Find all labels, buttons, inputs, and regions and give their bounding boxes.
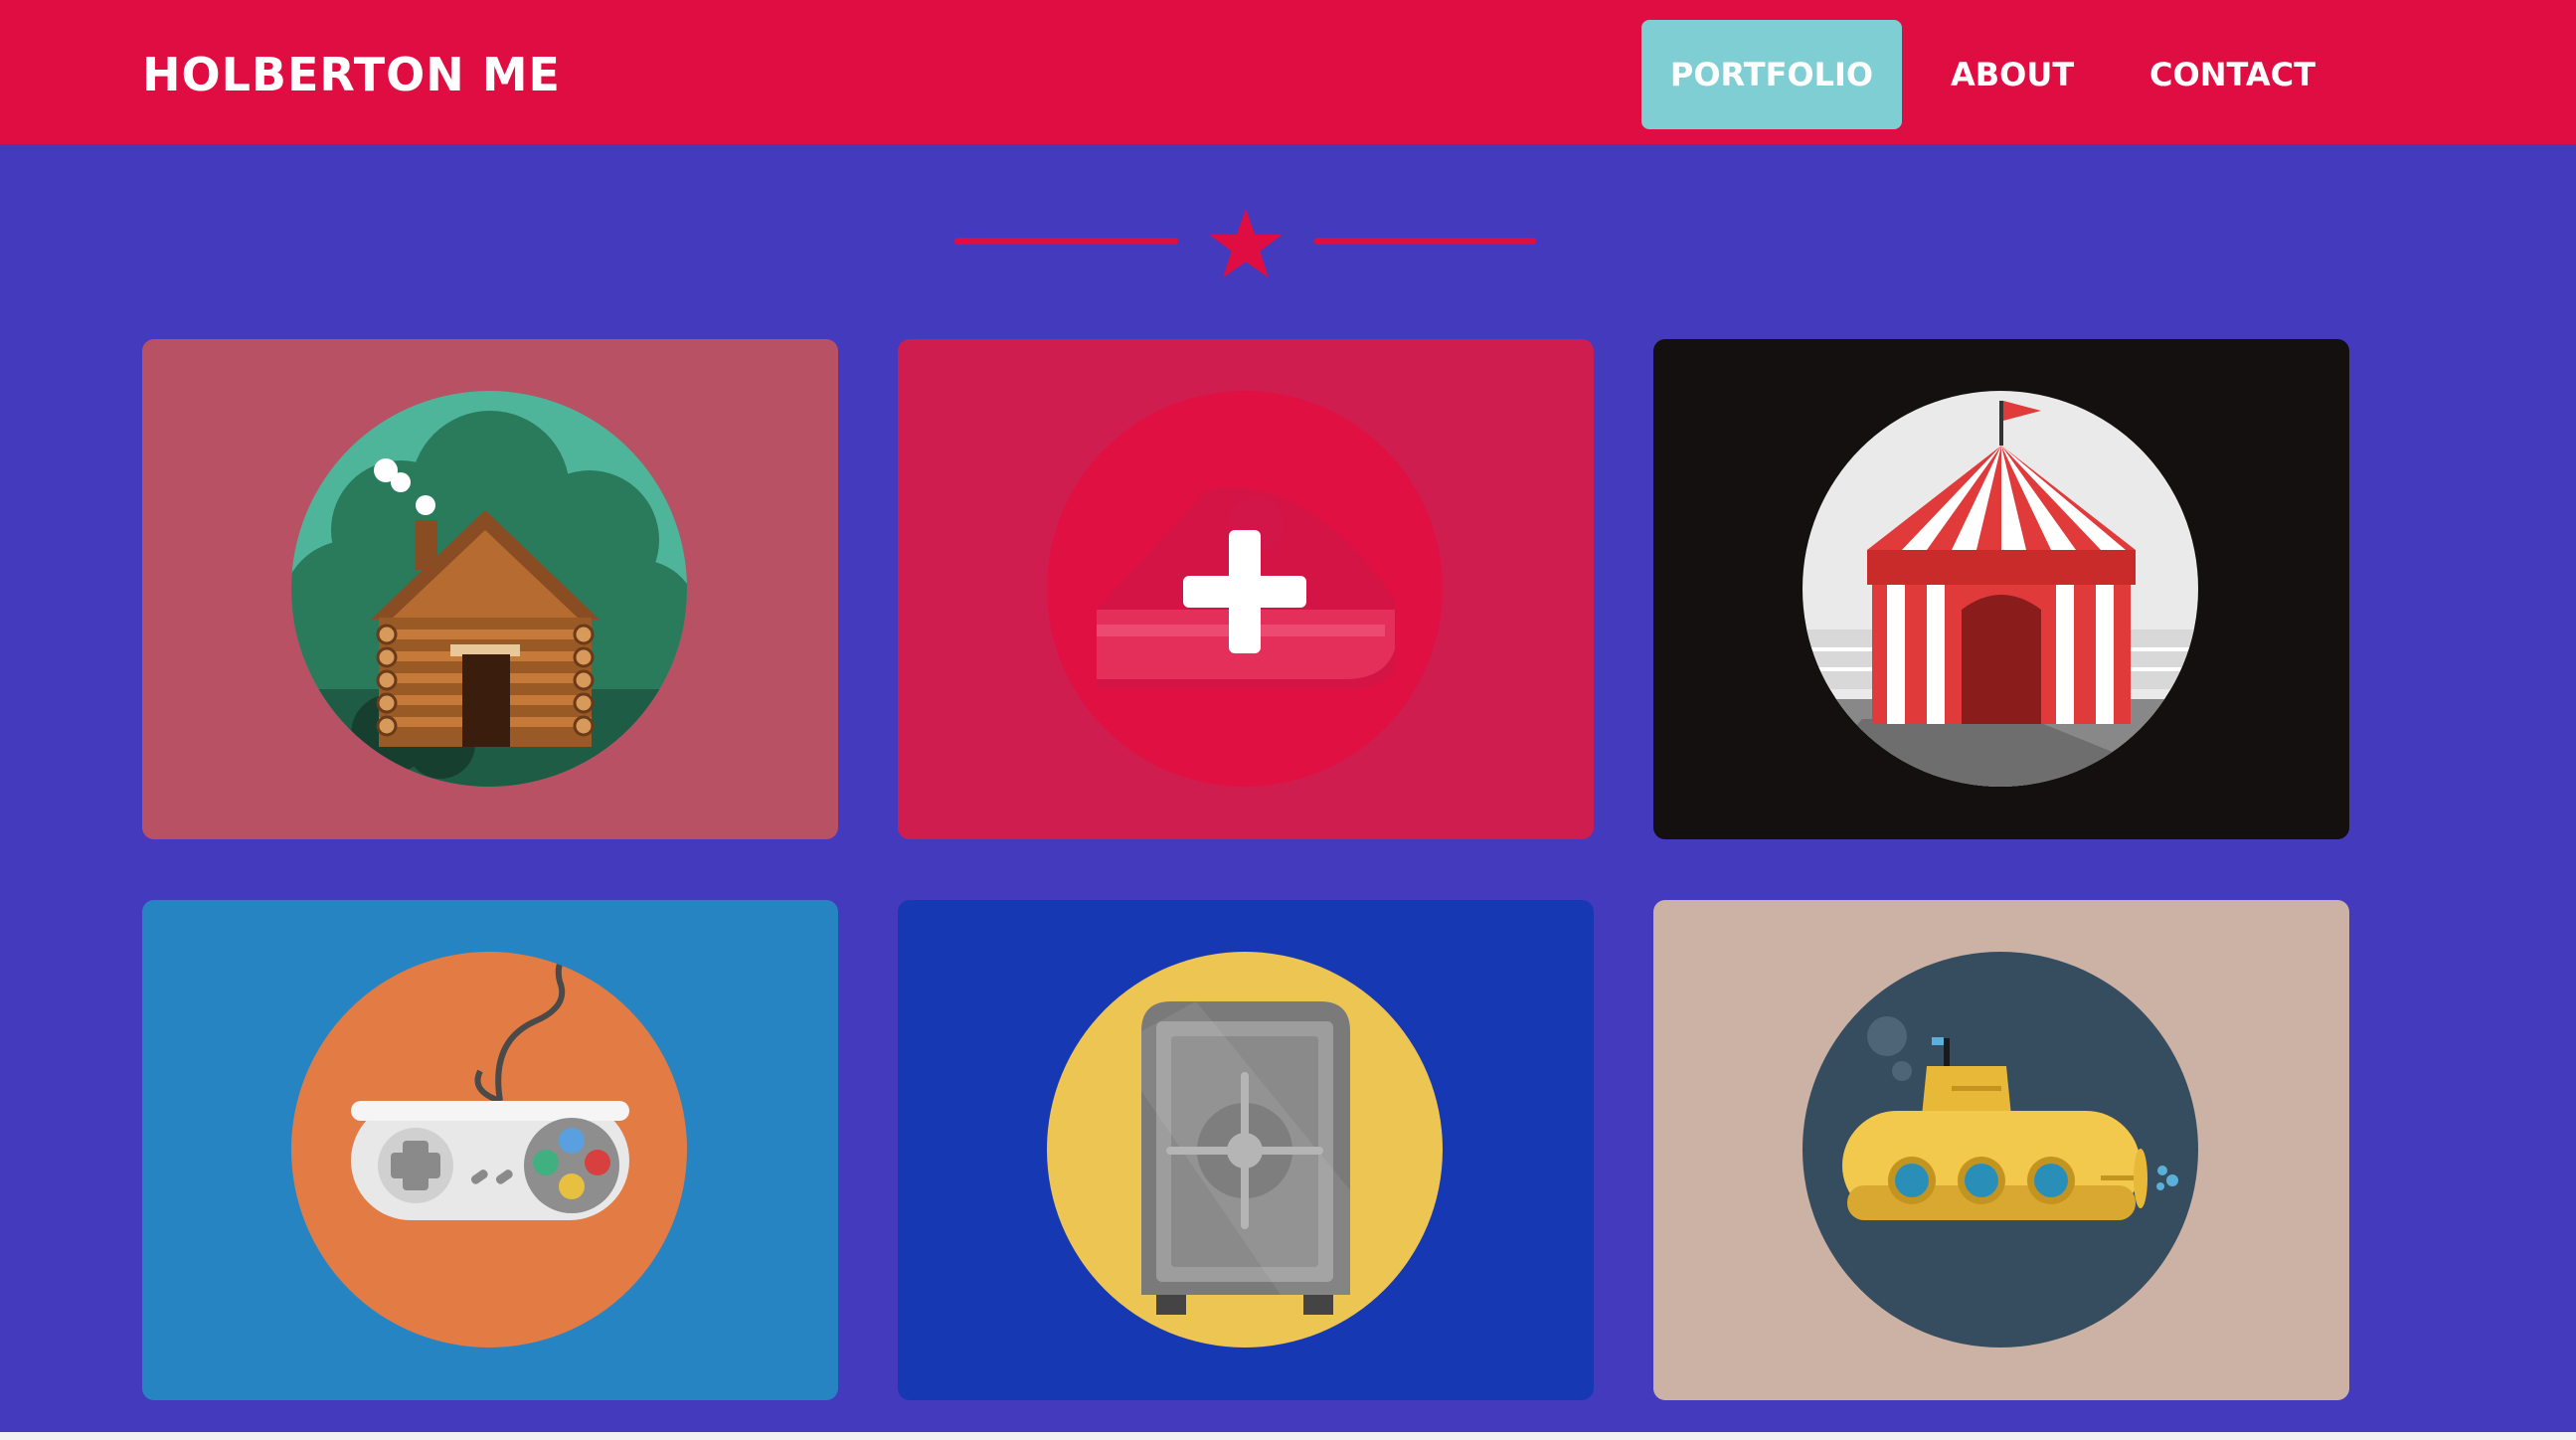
nav-contact[interactable]: CONTACT bbox=[2118, 20, 2347, 129]
brand-logo[interactable]: HOLBERTON ME bbox=[142, 48, 561, 101]
nav-about[interactable]: ABOUT bbox=[1919, 20, 2106, 129]
plus-icon bbox=[1183, 530, 1306, 653]
portfolio-item-submarine[interactable] bbox=[1653, 900, 2349, 1400]
game-controller-icon bbox=[351, 952, 629, 1220]
submarine-icon bbox=[1842, 1016, 2178, 1220]
safe-icon bbox=[1141, 1001, 1350, 1315]
portfolio-thumbnail bbox=[1803, 952, 2198, 1348]
title-divider-right bbox=[1314, 238, 1536, 245]
footer-edge bbox=[0, 1432, 2576, 1440]
portfolio-thumbnail bbox=[1047, 952, 1443, 1348]
star-icon bbox=[1209, 209, 1283, 278]
portfolio-thumbnail bbox=[1047, 391, 1443, 787]
portfolio-thumbnail bbox=[291, 952, 687, 1348]
nav-portfolio[interactable]: PORTFOLIO bbox=[1641, 20, 1902, 129]
cabin-icon bbox=[291, 411, 687, 787]
portfolio-item-cake[interactable] bbox=[898, 339, 1594, 839]
title-divider-left bbox=[954, 238, 1178, 245]
portfolio-thumbnail bbox=[1803, 391, 2198, 787]
portfolio-item-game-controller[interactable] bbox=[142, 900, 838, 1400]
portfolio-item-cabin[interactable] bbox=[142, 339, 838, 839]
portfolio-item-circus-tent[interactable] bbox=[1653, 339, 2349, 839]
circus-tent-icon bbox=[1803, 401, 2198, 787]
portfolio-thumbnail bbox=[291, 391, 687, 787]
navbar: HOLBERTON ME PORTFOLIO ABOUT CONTACT bbox=[0, 0, 2576, 144]
portfolio-item-safe[interactable] bbox=[898, 900, 1594, 1400]
